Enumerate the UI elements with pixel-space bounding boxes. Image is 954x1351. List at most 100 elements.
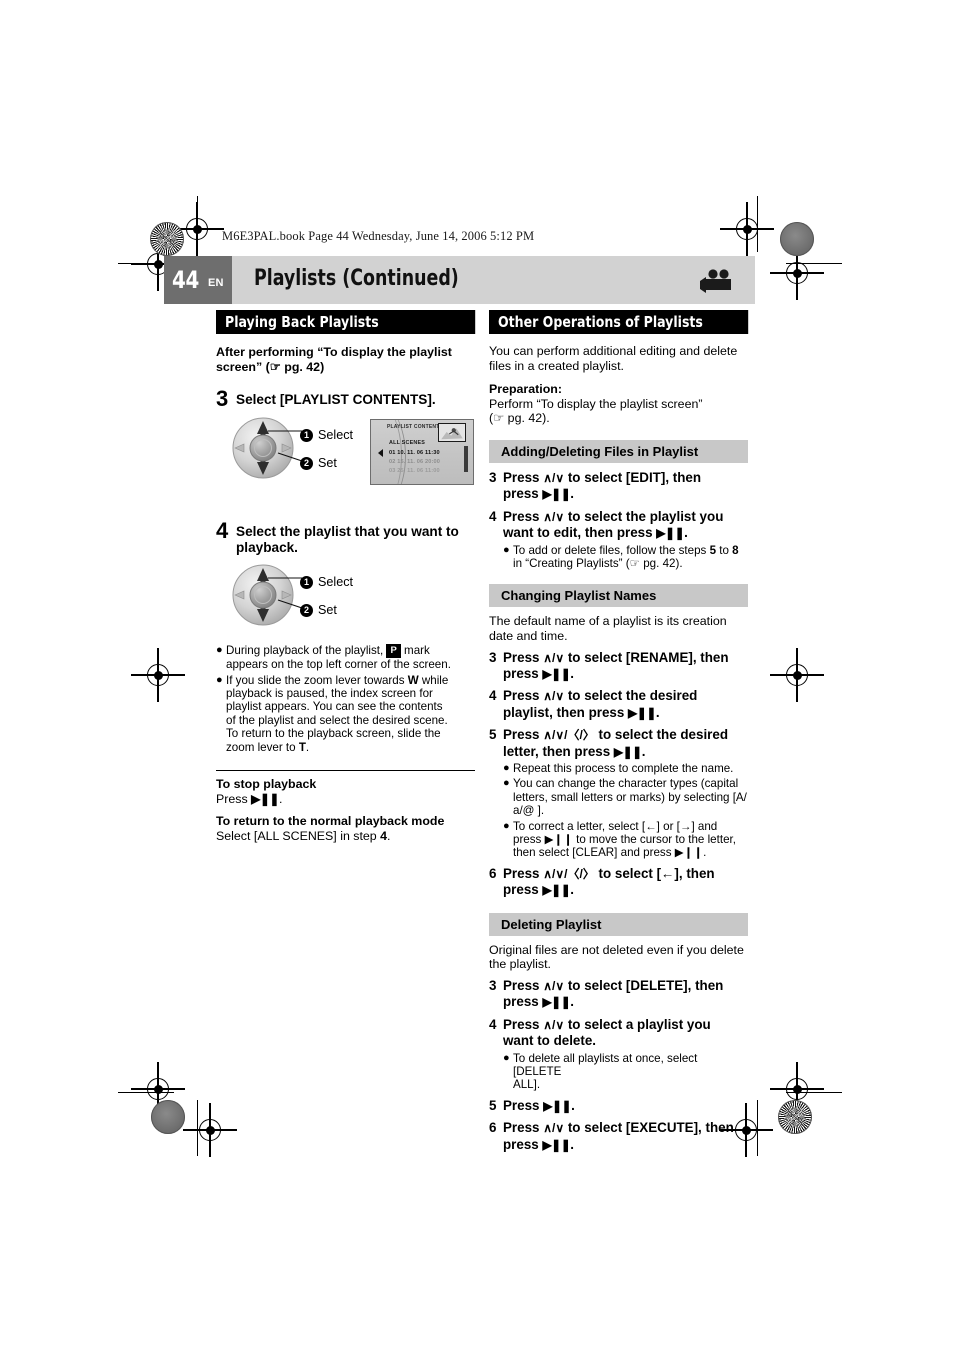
marker-1: 1 <box>300 428 313 442</box>
changing-step-5-line1b: to select the desired <box>594 727 729 743</box>
deleting-bullet-1: ● To delete all playlists at once, selec… <box>503 1052 748 1092</box>
nav-updown-icon-3: ∧/∨ <box>543 650 565 665</box>
bullet-dot-icon: ● <box>216 644 223 657</box>
left-bullet-1-part2: mark <box>400 644 430 658</box>
density-patch-top-right <box>780 222 814 256</box>
joystick-labels-2: 1 Select 2 Set <box>300 568 353 624</box>
adding-step-3-line1b: to select [EDIT], then <box>564 469 702 485</box>
nav-fourway-icon-2: ∧/∨/〈/〉 <box>543 866 595 881</box>
deleting-step-5-number: 5 <box>489 1097 497 1113</box>
lcd-all-scenes-label: ALL SCENES <box>389 440 426 447</box>
subsection-heading-adding-deleting: Adding/Deleting Files in Playlist <box>489 439 748 463</box>
play-pause-glyph-c1: ▶❚❚ <box>542 667 571 681</box>
deleting-step-4-number: 4 <box>489 1016 497 1032</box>
adding-step-4-line2a: want to edit, then press <box>503 525 657 541</box>
adding-step-3-line2b: . <box>570 486 575 502</box>
play-pause-glyph-a2: ▶❚❚ <box>656 526 685 541</box>
adding-bullet-1: ● To add or delete files, follow the ste… <box>503 544 748 571</box>
marker-1b: 1 <box>300 575 313 589</box>
changing-step-6-line1a: Press <box>503 865 544 881</box>
changing-step-4-line1b: to select the desired <box>564 688 698 704</box>
adding-step-4-number: 4 <box>489 508 497 524</box>
deleting-step-4-line2a: want to delete. <box>503 1033 597 1049</box>
subsection-heading-changing-names: Changing Playlist Names <box>489 584 748 608</box>
changing-bullet-2-text: You can change the character types (capi… <box>513 777 747 818</box>
nav-fourway-icon: ∧/∨/〈/〉 <box>543 728 595 743</box>
deleting-step-3-line2a: press <box>503 994 543 1010</box>
to-stop-playback-post: . <box>278 791 283 806</box>
nav-updown-icon: ∧/∨ <box>543 470 565 485</box>
deleting-step-3: 3 Press ∧/∨ to select [DELETE], then pre… <box>489 978 748 1011</box>
book-file-line: M6E3PAL.book Page 44 Wednesday, June 14,… <box>222 229 535 243</box>
changing-bullet-1: ● Repeat this process to complete the na… <box>503 762 748 775</box>
section-heading-other-operations: Other Operations of Playlists <box>489 310 749 334</box>
zoom-t-label: T <box>298 740 306 754</box>
video-camera-icon <box>697 268 737 294</box>
deleting-bullet-1-line2: ALL]. <box>513 1078 541 1092</box>
step-4-text: Select the playlist that you want to pla… <box>236 521 459 556</box>
changing-step-4-line2a: playlist, then press <box>503 704 629 720</box>
adding-bullet-1-line2: in “Creating Playlists” (☞ pg. 42). <box>513 557 683 570</box>
adding-step-3-line1a: Press <box>503 469 544 485</box>
registration-crosshair-bottom-right <box>770 1062 824 1116</box>
step-4: 4 Select the playlist that you want to p… <box>216 520 475 556</box>
page-number-box: 44 EN <box>164 256 232 304</box>
bullet-dot-icon-2: ● <box>216 673 223 686</box>
left-bullet-1: ● During playback of the playlist, P mar… <box>216 644 475 671</box>
right-column: Other Operations of Playlists You can pe… <box>489 310 749 1153</box>
left-bullet-2-line4: of the playlist and select the desired s… <box>226 713 448 727</box>
adding-bullet-1-line1a: To add or delete files, follow the steps <box>513 543 710 557</box>
deleting-step-6-line2a: press <box>503 1136 543 1152</box>
deleting-step-4-line1b: to select a playlist you <box>564 1016 711 1032</box>
lcd-screen-illustration: PLAYLIST CONTENTS ALL SCENES 01 10. 11. … <box>370 419 474 486</box>
adding-step-3-number: 3 <box>489 469 497 485</box>
zoom-w-label: W <box>407 673 419 687</box>
changing-step-5: 5 Press ∧/∨/〈/〉 to select the desired le… <box>489 727 748 760</box>
deleting-step-5: 5 Press ▶❚❚. <box>489 1098 748 1114</box>
lcd-cursor-arrow-icon <box>378 449 383 458</box>
changing-step-3-line1a: Press <box>503 649 544 665</box>
right-intro-line1: You can perform additional editing and d… <box>489 344 738 358</box>
deleting-step-6-line1a: Press <box>503 1120 544 1136</box>
adding-bullet-1-mid: to <box>716 543 733 557</box>
changing-bullet-3-text: To correct a letter, select [←] or [→] a… <box>513 819 736 860</box>
registration-crosshair-top-left <box>170 202 224 256</box>
deleting-step-6-line2b: . <box>570 1136 575 1152</box>
crop-line-bottom-right-v <box>757 1100 759 1156</box>
joystick-select-text-2: Select <box>318 575 354 590</box>
lcd-row-1: 01 10. 11. 06 11:30 <box>389 450 440 457</box>
changing-step-5-line2b: . <box>641 743 646 759</box>
registration-starburst-top-left <box>150 222 184 256</box>
preparation-line2: (☞ pg. 42). <box>489 411 550 426</box>
play-pause-glyph-c3: ▶❚❚ <box>613 744 642 759</box>
changing-step-3: 3 Press ∧/∨ to select [RENAME], then pre… <box>489 650 748 683</box>
right-intro-line2: files in a created playlist. <box>489 358 624 373</box>
section-heading-playing-back-playlists: Playing Back Playlists <box>216 310 476 334</box>
density-patch-bottom-left <box>151 1100 185 1134</box>
changing-step-3-number: 3 <box>489 649 497 665</box>
nav-updown-icon-5: ∧/∨ <box>543 978 565 993</box>
bullet-dot-icon-r1: ● <box>503 543 510 556</box>
registration-crosshair-right-mid <box>770 648 824 702</box>
changing-step-6-line2a: press <box>503 882 543 898</box>
step-3: 3 Select [PLAYLIST CONTENTS]. <box>216 388 475 410</box>
playlist-p-mark-icon: P <box>386 644 401 659</box>
changing-step-3-line2b: . <box>570 666 575 681</box>
lcd-row-3: 03 25. 11. 06 11:00 <box>389 468 440 475</box>
joystick-label-select: 1 Select <box>300 421 353 449</box>
adding-bullet-1-bold2: 8 <box>732 543 739 557</box>
return-normal-playback-text: Select [ALL SCENES] in step 4. <box>216 829 475 844</box>
left-bullet-2: ● If you slide the zoom lever towards W … <box>216 674 475 754</box>
page-header: 44 EN Playlists (Continued) <box>164 256 755 304</box>
right-intro: You can perform additional editing and d… <box>489 344 748 373</box>
deleting-body-line2: the playlist. <box>489 957 551 972</box>
joystick-labels: 1 Select 2 Set <box>300 421 353 477</box>
to-stop-playback-text: Press ▶❚❚. <box>216 792 475 807</box>
changing-step-6: 6 Press ∧/∨/〈/〉 to select [←], then pres… <box>489 866 748 899</box>
printed-page: M6E3PAL.book Page 44 Wednesday, June 14,… <box>0 0 954 1351</box>
changing-step-4-line2b: . <box>655 704 660 720</box>
adding-step-4-line2b: . <box>684 525 688 541</box>
changing-step-6-line1b: to select [←], then <box>594 865 715 881</box>
left-bullet-2-line3: playlist appears. You can see the conten… <box>226 700 443 714</box>
left-intro-line1: After performing “To display the playlis… <box>216 345 452 359</box>
